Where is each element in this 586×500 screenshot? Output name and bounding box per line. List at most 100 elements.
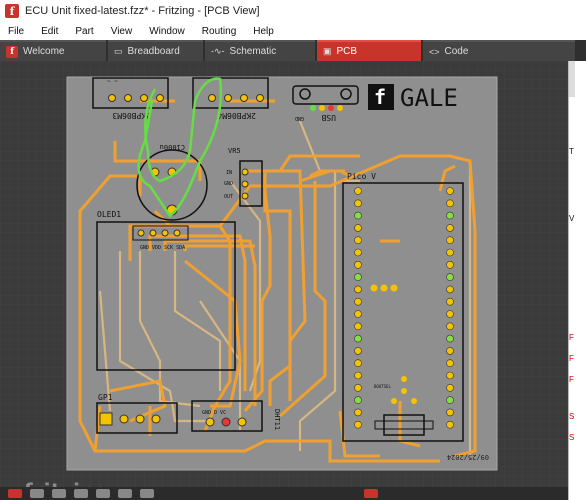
pico-pin[interactable]	[446, 347, 454, 355]
autoroute-icon[interactable]	[96, 489, 110, 498]
pico-pin[interactable]	[446, 187, 454, 195]
pico-pin[interactable]	[354, 199, 362, 208]
pico-pin[interactable]	[354, 396, 362, 404]
pico-pin[interactable]	[446, 273, 454, 281]
oled-pins-label: GND VDD SCK SDA	[140, 245, 185, 251]
tab-pcb[interactable]: ▣ PCB	[317, 40, 421, 61]
pico-pin[interactable]	[446, 211, 454, 220]
vr-out-label: OUT	[224, 194, 233, 200]
pico-label: Pico V	[347, 172, 376, 181]
export-icon[interactable]	[118, 489, 132, 498]
side-letter-2: F	[569, 333, 574, 342]
svg-text:~ ~: ~ ~	[107, 78, 118, 85]
dht-pins-label: GND D VC	[202, 410, 226, 416]
code-icon: <>	[429, 46, 440, 57]
tab-breadboard[interactable]: ▭ Breadboard	[108, 40, 203, 61]
pico-chip-label: BOOTSEL	[374, 384, 391, 389]
pico-pin[interactable]	[354, 285, 362, 294]
pico-pin[interactable]	[446, 322, 454, 331]
pico-pin[interactable]	[446, 396, 454, 404]
pico-pin[interactable]	[446, 420, 454, 429]
tab-schematic[interactable]: -∿- Schematic	[205, 40, 315, 61]
breadboard-icon: ▭	[114, 46, 123, 56]
pico-pin[interactable]	[446, 359, 454, 368]
pico-pin[interactable]	[354, 334, 362, 343]
menu-routing[interactable]: Routing	[194, 26, 245, 37]
side-letter-6: S	[569, 433, 575, 442]
cap-label: C1000u	[160, 143, 185, 151]
pico-pin[interactable]	[354, 224, 362, 232]
board-name: GALE	[400, 84, 458, 112]
vr-label: VR5	[228, 147, 241, 155]
order-pcb-icon[interactable]	[364, 489, 378, 498]
menu-part[interactable]: Part	[67, 26, 102, 37]
window-title: ECU Unit fixed-latest.fzz* - Fritzing - …	[25, 5, 260, 17]
conn2-label: 2KPB06M4	[217, 111, 256, 120]
pcb-canvas[interactable]: ~ ~ 2KPB06M3 2KPB06M4 USB GND f GALE C10…	[0, 61, 568, 487]
share-icon[interactable]	[8, 489, 22, 498]
tab-code[interactable]: <> Code	[423, 40, 575, 61]
pico-pin[interactable]	[354, 322, 362, 331]
pico-pin[interactable]	[354, 310, 362, 318]
menu-view[interactable]: View	[103, 26, 142, 37]
pico-pin[interactable]	[354, 359, 362, 368]
view-tab-bar: f Welcome ▭ Breadboard -∿- Schematic ▣ P…	[0, 40, 586, 61]
pico-pin[interactable]	[354, 187, 362, 195]
pico-pin[interactable]	[354, 297, 362, 306]
tab-welcome[interactable]: f Welcome	[0, 40, 106, 61]
pico-pin[interactable]	[354, 273, 362, 281]
pico-pin[interactable]	[446, 236, 454, 244]
menu-bar: File Edit Part View Window Routing Help	[0, 22, 586, 40]
pico-pin[interactable]	[354, 383, 362, 392]
schematic-icon: -∿-	[211, 46, 225, 56]
pico-pin[interactable]	[354, 420, 362, 429]
menu-window[interactable]: Window	[141, 26, 194, 37]
title-bar: f ECU Unit fixed-latest.fzz* - Fritzing …	[0, 0, 586, 22]
fritzing-watermark: fritzing	[24, 479, 110, 487]
pcb-drawing[interactable]: ~ ~ 2KPB06M3 2KPB06M4 USB GND f GALE C10…	[0, 61, 568, 487]
pico-pin[interactable]	[446, 224, 454, 232]
bottom-toolbar	[0, 487, 568, 500]
add-note-icon[interactable]	[30, 489, 44, 498]
gp-label: GP1	[98, 393, 113, 402]
side-scrollbar[interactable]	[569, 61, 575, 97]
side-letter-3: F	[569, 354, 574, 363]
zoom-icon[interactable]	[140, 489, 154, 498]
pico-pin[interactable]	[446, 408, 454, 417]
side-letter-0: T	[569, 147, 574, 156]
side-letter-4: F	[569, 375, 574, 384]
pico-pin[interactable]	[354, 408, 362, 417]
vr-in-label: IN	[226, 170, 232, 176]
oled-label: OLED1	[97, 210, 121, 219]
pcb-board[interactable]	[66, 76, 498, 471]
pico-pin[interactable]	[446, 297, 454, 306]
rotate-icon[interactable]	[52, 489, 66, 498]
side-letter-5: S	[569, 412, 575, 421]
fritzing-app-icon: f	[5, 4, 19, 18]
menu-help[interactable]: Help	[245, 26, 283, 37]
pico-pin[interactable]	[446, 285, 454, 294]
pico-pin[interactable]	[354, 261, 362, 269]
side-panel[interactable]: T V F F F S S	[568, 61, 586, 500]
usb-label: USB	[321, 113, 336, 122]
fritzing-icon: f	[6, 45, 18, 58]
pico-pin[interactable]	[446, 261, 454, 269]
svg-text:f: f	[374, 85, 386, 109]
menu-edit[interactable]: Edit	[33, 26, 67, 37]
pico-pin[interactable]	[446, 310, 454, 318]
pico-pin[interactable]	[446, 248, 454, 257]
pico-pin[interactable]	[354, 236, 362, 244]
pico-pin[interactable]	[446, 383, 454, 392]
flip-icon[interactable]	[74, 489, 88, 498]
board-footer-date: 09/25/2024	[447, 453, 489, 461]
pico-pin[interactable]	[446, 371, 454, 380]
pico-pin[interactable]	[354, 211, 362, 220]
pico-pin[interactable]	[446, 334, 454, 343]
pico-pin[interactable]	[446, 199, 454, 208]
pico-pin[interactable]	[354, 371, 362, 380]
pico-pin[interactable]	[354, 248, 362, 257]
gale-logo: f GALE	[368, 84, 458, 112]
menu-file[interactable]: File	[0, 26, 33, 37]
pico-pin[interactable]	[354, 347, 362, 355]
usb-gnd-label: GND	[295, 115, 304, 121]
